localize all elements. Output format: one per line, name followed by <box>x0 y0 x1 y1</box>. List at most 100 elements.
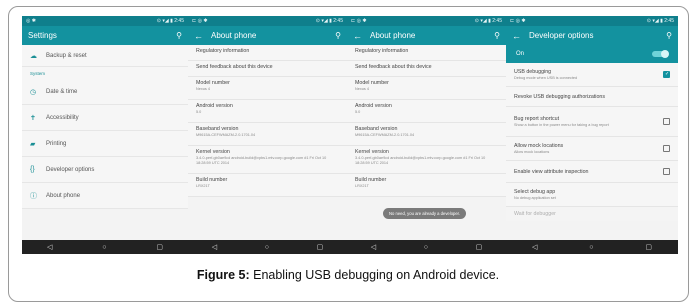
list-item-title: Build number <box>196 177 228 183</box>
status-bar: ◎ ✱ ⊙ ▾◢ ▮ 2:45 <box>22 16 188 26</box>
setting-debug-app[interactable]: Select debug app No debug application se… <box>506 183 678 207</box>
list-item-baseband[interactable]: Baseband version M9615A-CEFWMAZM-2.0.170… <box>347 123 506 146</box>
app-bar: ← Developer options ⚲ <box>506 26 678 45</box>
list-item-build-number[interactable]: Build number LRX21T <box>188 174 347 197</box>
search-icon[interactable]: ⚲ <box>176 31 182 40</box>
setting-summary: Show a button in the power menu for taki… <box>514 122 609 127</box>
toast-message: No need, you are already a developer. <box>383 208 467 219</box>
page-title: About phone <box>211 31 257 40</box>
cloud-icon: ☁ <box>30 52 37 60</box>
setting-mock-locations[interactable]: Allow mock locations Allow mock location… <box>506 137 678 161</box>
list-item-model[interactable]: Model number Nexus 4 <box>347 77 506 100</box>
recents-nav-icon[interactable]: ▢ <box>645 243 652 251</box>
recents-nav-icon[interactable]: ▢ <box>476 243 483 251</box>
setting-title: USB debugging <box>514 68 552 75</box>
list-item-build-number[interactable]: Build number LRX21T <box>347 174 506 197</box>
recents-nav-icon[interactable]: ▢ <box>317 243 324 251</box>
setting-title: Revoke USB debugging authorizations <box>514 93 605 100</box>
section-header-system: System <box>22 67 188 79</box>
settings-item-label: Developer options <box>46 166 95 173</box>
bug-report-checkbox[interactable] <box>663 118 670 125</box>
info-icon: ⓘ <box>30 192 37 200</box>
list-item-title: Kernel version <box>196 149 230 155</box>
nav-group: ◁ ○ ▢ <box>506 240 678 254</box>
settings-item-developer-options[interactable]: {} Developer options <box>22 157 188 183</box>
setting-title: Bug report shortcut <box>514 115 560 122</box>
app-bar: ← About phone ⚲ <box>188 26 347 45</box>
settings-screen: ◎ ✱ ⊙ ▾◢ ▮ 2:45 Settings ⚲ ☁ Backup & re… <box>22 16 188 254</box>
setting-usb-debugging[interactable]: USB debugging Debug mode when USB is con… <box>506 63 678 87</box>
list-item-value: 3.4.0-perf-gb0ae9cd android-build@vpbs1.… <box>355 156 486 165</box>
list-item-regulatory[interactable]: Regulatory information <box>347 45 506 61</box>
setting-title: Select debug app <box>514 188 556 195</box>
nav-group: ◁ ○ ▢ <box>347 240 506 254</box>
list-item-android-version[interactable]: Android version 5.0 <box>347 100 506 123</box>
printer-icon: ▰ <box>30 140 36 148</box>
setting-summary: Allow mock locations <box>514 149 550 154</box>
back-nav-icon[interactable]: ◁ <box>371 243 376 251</box>
back-nav-icon[interactable]: ◁ <box>47 243 52 251</box>
mock-locations-checkbox[interactable] <box>663 145 670 152</box>
settings-item-printing[interactable]: ▰ Printing <box>22 131 188 157</box>
settings-item-label: About phone <box>46 192 81 199</box>
setting-bug-report[interactable]: Bug report shortcut Show a button in the… <box>506 107 678 137</box>
back-nav-icon[interactable]: ◁ <box>212 243 217 251</box>
list-item-feedback[interactable]: Send feedback about this device <box>188 61 347 77</box>
settings-item-date-time[interactable]: ◷ Date & time <box>22 79 188 105</box>
page-title: Settings <box>28 31 57 40</box>
home-nav-icon[interactable]: ○ <box>265 244 269 251</box>
about-phone-screen: ⊏ ◎ ✱ ⊙ ▾◢ ▮ 2:45 ← About phone ⚲ Regula… <box>188 16 347 254</box>
caption-label: Figure 5: <box>196 268 250 282</box>
settings-item-about-phone[interactable]: ⓘ About phone <box>22 183 188 209</box>
back-arrow-icon[interactable]: ← <box>194 31 203 41</box>
nav-group: ◁ ○ ▢ <box>188 240 347 254</box>
list-item-model[interactable]: Model number Nexus 4 <box>188 77 347 100</box>
home-nav-icon[interactable]: ○ <box>589 244 593 251</box>
setting-view-attribute-inspection[interactable]: Enable view attribute inspection <box>506 161 678 183</box>
toggle-switch[interactable] <box>652 50 669 58</box>
clock-icon: ◷ <box>30 88 37 96</box>
home-nav-icon[interactable]: ○ <box>102 244 106 251</box>
search-icon[interactable]: ⚲ <box>666 31 672 40</box>
list-item-android-version[interactable]: Android version 5.0 <box>188 100 347 123</box>
back-arrow-icon[interactable]: ← <box>353 31 362 41</box>
status-right-icons: ⊙ ▾◢ ▮ 2:45 <box>474 18 502 24</box>
usb-debugging-checkbox[interactable] <box>663 71 670 78</box>
list-item-feedback[interactable]: Send feedback about this device <box>347 61 506 77</box>
braces-icon: {} <box>30 166 35 173</box>
nav-group: ◁ ○ ▢ <box>22 240 188 254</box>
screenshot-strip: ◎ ✱ ⊙ ▾◢ ▮ 2:45 Settings ⚲ ☁ Backup & re… <box>22 16 678 254</box>
back-nav-icon[interactable]: ◁ <box>532 243 537 251</box>
list-item-title: Android version <box>355 103 392 109</box>
list-item-kernel[interactable]: Kernel version 3.4.0-perf-gb0ae9cd andro… <box>347 146 506 174</box>
list-item-kernel[interactable]: Kernel version 3.4.0-perf-gb0ae9cd andro… <box>188 146 347 174</box>
settings-item-label: Backup & reset <box>46 52 87 59</box>
back-arrow-icon[interactable]: ← <box>512 31 521 41</box>
list-item-baseband[interactable]: Baseband version M9615A-CEFWMAZM-2.0.170… <box>188 123 347 146</box>
figure-caption: Figure 5: Enabling USB debugging on Andr… <box>0 268 696 282</box>
home-nav-icon[interactable]: ○ <box>424 244 428 251</box>
list-item-title: Baseband version <box>196 126 239 132</box>
list-item-title: Model number <box>196 80 230 86</box>
settings-item-backup[interactable]: ☁ Backup & reset <box>22 45 188 67</box>
list-item-value: 5.0 <box>196 110 202 114</box>
settings-item-accessibility[interactable]: ✝ Accessibility <box>22 105 188 131</box>
status-right-icons: ⊙ ▾◢ ▮ 2:45 <box>315 18 343 24</box>
setting-summary: No debug application set <box>514 195 556 200</box>
about-phone-screen-toast: ⊏ ◎ ✱ ⊙ ▾◢ ▮ 2:45 ← About phone ⚲ Regula… <box>347 16 506 254</box>
status-bar: ⊏ ◎ ✱ ⊙ ▾◢ ▮ 2:45 <box>188 16 347 26</box>
developer-options-master-switch[interactable]: On <box>506 45 678 63</box>
status-left-icons: ⊏ ◎ ✱ <box>510 18 526 24</box>
settings-item-label: Printing <box>46 140 67 147</box>
search-icon[interactable]: ⚲ <box>494 31 500 40</box>
setting-wait-debugger[interactable]: Wait for debugger <box>506 207 678 221</box>
list-item-value: LRX21T <box>196 184 210 188</box>
recents-nav-icon[interactable]: ▢ <box>156 243 163 251</box>
status-bar: ⊏ ◎ ✱ ⊙ ▾◢ ▮ 2:45 <box>506 16 678 26</box>
list-item-title: Android version <box>196 103 233 109</box>
view-attribute-checkbox[interactable] <box>663 168 670 175</box>
list-item-value: Nexus 4 <box>196 87 210 91</box>
setting-revoke-usb[interactable]: Revoke USB debugging authorizations <box>506 87 678 107</box>
search-icon[interactable]: ⚲ <box>335 31 341 40</box>
list-item-regulatory[interactable]: Regulatory information <box>188 45 347 61</box>
